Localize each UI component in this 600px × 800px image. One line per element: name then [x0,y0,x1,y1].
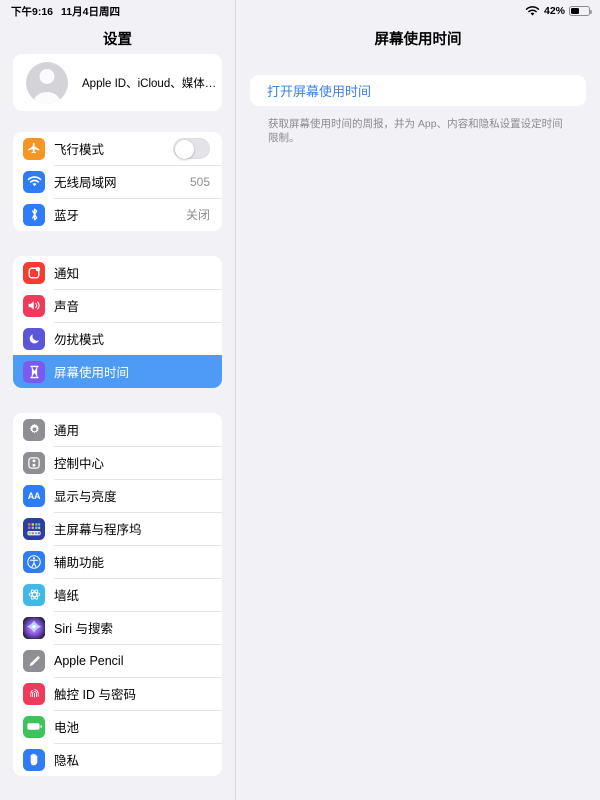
sidebar-item-label: 通知 [54,267,80,281]
sidebar-item-wallpaper[interactable]: 墙纸 [13,578,222,611]
bluetooth-icon [23,203,45,226]
status-bar-time: 下午9:16 [11,5,54,18]
ipad-settings-screen: 下午9:16 11月4日周四 42% 设置 Apple ID、iCloud、媒体… [0,0,600,800]
home-screen-dock-icon [23,517,45,540]
hourglass-icon [23,360,45,383]
sidebar-item-apple-pencil[interactable]: Apple Pencil [13,644,222,677]
sound-icon [23,294,45,317]
battery-fill [571,8,580,14]
sidebar-item-label: 勿扰模式 [54,333,105,347]
apple-id-label: Apple ID、iCloud、媒体与... [82,77,222,90]
gear-icon [23,418,45,441]
sidebar-item-airplane-mode[interactable]: 飞行模式 [13,132,222,165]
sidebar-item-do-not-disturb[interactable]: 勿扰模式 [13,322,222,355]
siri-icon [23,616,45,639]
sidebar-item-wifi[interactable]: 无线局域网 505 [13,165,222,198]
airplane-icon [23,137,45,160]
sidebar-item-label: 蓝牙 [54,209,80,223]
apple-pencil-icon [23,649,45,672]
sidebar-item-label: 隐私 [54,754,80,768]
profile-card: Apple ID、iCloud、媒体与... [13,54,222,111]
settings-sidebar[interactable]: 设置 Apple ID、iCloud、媒体与... 飞行模式 无线局域网 505… [0,0,236,800]
sidebar-item-label: 控制中心 [54,457,105,471]
sidebar-item-label: 无线局域网 [54,176,117,190]
sidebar-item-home-screen-dock[interactable]: 主屏幕与程序坞 [13,512,222,545]
sidebar-group-alerts: 通知 声音 勿扰模式 屏幕使用时间 [13,256,222,388]
sidebar-item-accessibility[interactable]: 辅助功能 [13,545,222,578]
sidebar-item-general[interactable]: 通用 [13,413,222,446]
airplane-mode-toggle[interactable] [173,138,210,159]
person-avatar-icon [26,61,68,104]
wifi-value: 505 [189,174,210,189]
sidebar-item-siri-search[interactable]: Siri 与搜索 [13,611,222,644]
turn-on-screen-time-button[interactable]: 打开屏幕使用时间 [250,75,586,106]
sidebar-item-notifications[interactable]: 通知 [13,256,222,289]
sidebar-item-label: Siri 与搜索 [54,622,114,636]
status-bar: 下午9:16 11月4日周四 42% [0,0,600,22]
control-center-icon [23,451,45,474]
sidebar-item-label: 飞行模式 [54,143,105,157]
sidebar-group-system: 通用 控制中心 AA 显示与亮度 主屏幕与程序坞 辅助功能 墙纸 Siri 与搜… [13,413,222,776]
toggle-knob [175,140,194,159]
sidebar-item-label: 触控 ID 与密码 [54,688,136,702]
sidebar-item-battery[interactable]: 电池 [13,710,222,743]
wifi-icon [525,5,540,17]
sidebar-item-label: 显示与亮度 [54,490,117,504]
apple-id-row[interactable]: Apple ID、iCloud、媒体与... [13,54,222,111]
sidebar-item-label: 通用 [54,424,80,438]
sidebar-item-label: 主屏幕与程序坞 [54,523,142,537]
battery-icon [569,6,593,16]
sidebar-groups: Apple ID、iCloud、媒体与... 飞行模式 无线局域网 505 蓝牙… [0,54,235,776]
privacy-hand-icon [23,748,45,771]
turn-on-screen-time-label: 打开屏幕使用时间 [267,84,372,99]
sidebar-item-privacy[interactable]: 隐私 [13,743,222,776]
avatar-head [39,68,55,84]
screen-time-footer-text: 获取屏幕使用时间的周报，并为 App、内容和隐私设置设定时间限制。 [268,118,563,144]
status-bar-left: 下午9:16 11月4日周四 [11,4,120,19]
sidebar-item-screen-time[interactable]: 屏幕使用时间 [13,355,222,388]
display-brightness-aa-icon: AA [23,484,45,507]
sidebar-item-touch-id-passcode[interactable]: 触控 ID 与密码 [13,677,222,710]
status-bar-date: 11月4日周四 [61,5,120,18]
sidebar-item-label: 墙纸 [54,589,80,603]
wifi-icon [23,170,45,193]
sidebar-item-display-brightness[interactable]: AA 显示与亮度 [13,479,222,512]
sidebar-item-label: 辅助功能 [54,556,105,570]
sidebar-item-label: 声音 [54,300,80,314]
do-not-disturb-moon-icon [23,327,45,350]
touch-id-fingerprint-icon [23,682,45,705]
detail-pane: 屏幕使用时间 打开屏幕使用时间 获取屏幕使用时间的周报，并为 App、内容和隐私… [236,0,600,800]
wallpaper-flower-icon [23,583,45,606]
accessibility-icon [23,550,45,573]
sidebar-item-sounds[interactable]: 声音 [13,289,222,322]
sidebar-item-bluetooth[interactable]: 蓝牙 关闭 [13,198,222,231]
sidebar-title: 设置 [103,31,132,48]
battery-icon [23,715,45,738]
page-title: 屏幕使用时间 [374,31,462,48]
bluetooth-value: 关闭 [185,208,210,222]
sidebar-item-control-center[interactable]: 控制中心 [13,446,222,479]
status-bar-right: 42% [525,5,593,17]
detail-body: 打开屏幕使用时间 获取屏幕使用时间的周报，并为 App、内容和隐私设置设定时间限… [236,54,600,145]
sidebar-group-connectivity: 飞行模式 无线局域网 505 蓝牙 关闭 [13,132,222,231]
sidebar-item-label: 屏幕使用时间 [54,366,130,380]
notifications-icon [23,261,45,284]
avatar-body [33,91,61,104]
battery-percent-label: 42% [543,5,565,17]
sidebar-item-label: Apple Pencil [54,653,124,668]
sidebar-item-label: 电池 [54,721,80,735]
